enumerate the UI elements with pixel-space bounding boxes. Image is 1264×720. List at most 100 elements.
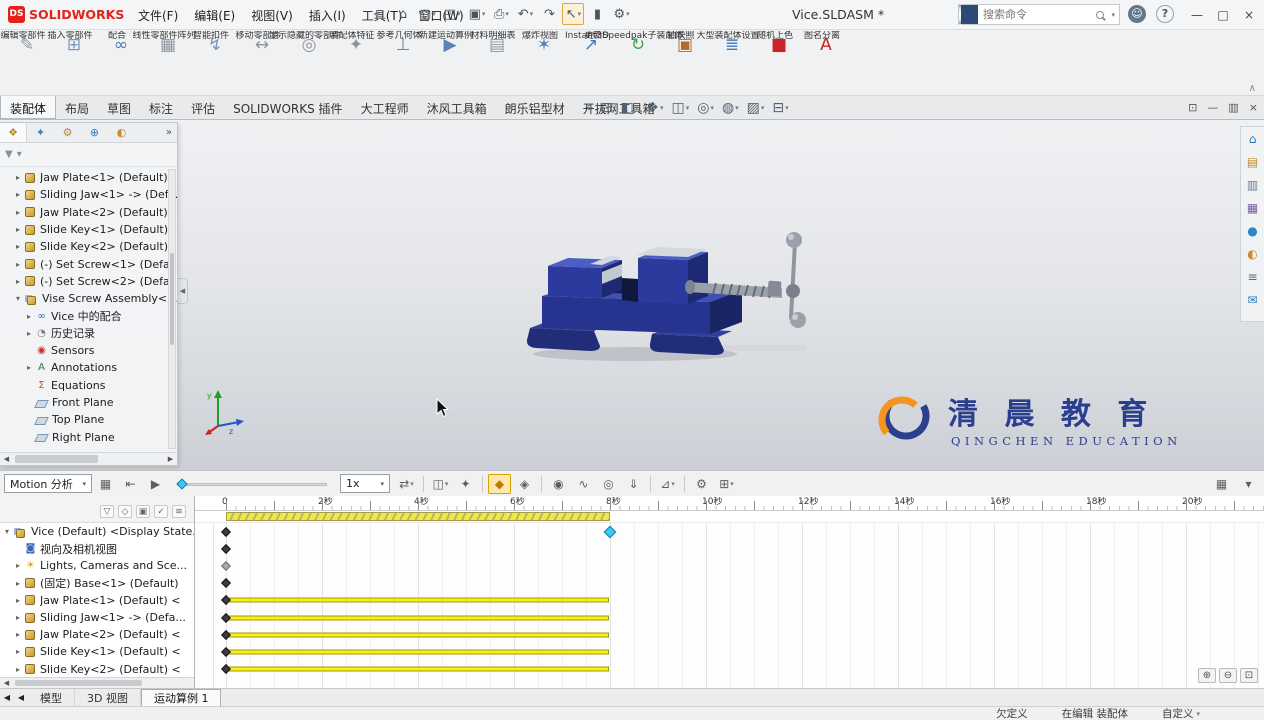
expand-arrow-icon[interactable]: ▸ — [13, 613, 23, 622]
expand-arrow-icon[interactable]: ▸ — [13, 579, 23, 588]
scroll-left-icon[interactable]: ◀ — [0, 455, 13, 463]
view-orientation-icon[interactable]: ❖ ▾ — [646, 100, 663, 116]
maximize-button[interactable]: □ — [1210, 0, 1236, 29]
feature-tree-item[interactable]: ▸ A Annotations — [0, 359, 177, 376]
menu-item[interactable]: 插入(I) — [301, 4, 354, 27]
timeline-key[interactable] — [221, 526, 231, 537]
panel-horizontal-scrollbar[interactable]: ◀ ▶ — [0, 452, 177, 465]
ribbon-collapse-icon[interactable]: ∧ — [1249, 83, 1256, 717]
scrollbar-thumb[interactable] — [15, 680, 142, 686]
edit-component-button[interactable]: ✎ 编辑零部件 — [0, 31, 50, 57]
marketplace-icon[interactable]: ▮ — [586, 3, 608, 25]
search-magnifier-icon[interactable] — [1096, 10, 1105, 19]
random-color-button[interactable]: ■ 随机上色 — [756, 31, 802, 57]
timeline-change-bar[interactable] — [227, 649, 609, 655]
expand-arrow-icon[interactable]: ▸ — [13, 665, 23, 674]
pin-menu-icon[interactable]: ✦ — [372, 8, 381, 21]
tab-scroll-icon[interactable]: ◀ — [14, 689, 28, 706]
search-scope-icon[interactable] — [959, 4, 978, 25]
close-button[interactable]: × — [1236, 0, 1262, 29]
timeline-zoom-in-icon[interactable]: ⊕ — [1198, 668, 1216, 683]
feature-tree-item[interactable]: Front Plane — [0, 394, 177, 411]
large-assembly-settings-button[interactable]: ≣ 大型装配体设置 — [696, 31, 759, 57]
featuremanager-tab-icon[interactable]: ❖ — [0, 123, 27, 142]
scrollbar-track[interactable] — [13, 453, 164, 465]
play-icon[interactable]: ▶ — [144, 474, 167, 494]
feature-tree-item[interactable]: ▸ ◔ 历史记录 — [0, 325, 177, 342]
show-hidden-components-button[interactable]: ◎ 显示隐藏的零部件 — [269, 31, 341, 57]
motion-tree-row[interactable]: ▸ Slide Key<1> (Default) < — [0, 643, 194, 660]
motion-filter-animated-icon[interactable]: ◇ — [118, 505, 132, 518]
save-animation-icon[interactable]: ◫ ▾ — [429, 474, 452, 494]
options-gear-icon[interactable]: ⚙ ▾ — [610, 3, 632, 25]
expand-arrow-icon[interactable]: ▸ — [13, 190, 23, 199]
feature-tree-item[interactable]: Right Plane — [0, 428, 177, 445]
expand-arrow-icon[interactable]: ▸ — [24, 312, 34, 321]
timeline[interactable]: 0 2秒 4秒 6秒 8秒 10秒 12秒 14秒 16秒 18秒 20秒 ⊕ ⊖ ⊡ — [195, 496, 1264, 688]
edit-appearance-icon[interactable]: ◍ ▾ — [722, 100, 739, 116]
feature-tree-item[interactable]: ▸ (-) Set Screw<1> (Defau... — [0, 255, 177, 272]
motion-tree-row[interactable]: ▸ Sliding Jaw<1> -> (Defa... — [0, 609, 194, 626]
menu-item[interactable]: 编辑(E) — [186, 4, 243, 27]
commandmanager-tab[interactable]: 沐风工具箱 — [418, 96, 496, 119]
expand-arrow-icon[interactable]: ▸ — [13, 647, 23, 656]
configurationmanager-tab-icon[interactable]: ⚙ — [54, 123, 81, 142]
motor-icon[interactable]: ◉ — [547, 474, 570, 494]
motion-tree-row[interactable]: ▸ ☀ Lights, Cameras and Sce... — [0, 557, 194, 574]
expand-arrow-icon[interactable]: ▸ — [13, 596, 23, 605]
feature-tree-item[interactable]: ▸ Jaw Plate<2> (Default) — [0, 204, 177, 221]
timeline-key[interactable] — [221, 561, 231, 571]
hide-show-items-icon[interactable]: ◎ ▾ — [697, 100, 714, 116]
scrollbar-thumb[interactable] — [15, 455, 99, 463]
linear-component-pattern-button[interactable]: ▦ 线性零部件阵列 — [132, 31, 195, 57]
playback-mode-icon[interactable]: ⇄ ▾ — [395, 474, 418, 494]
redo-icon[interactable]: ↷ — [538, 3, 560, 25]
spring-icon[interactable]: ∿ — [572, 474, 595, 494]
new-file-icon[interactable]: ▢ ▾ — [416, 3, 439, 25]
calculate-icon[interactable]: ▦ — [94, 474, 117, 494]
tab-scroll-icon[interactable]: ◀ — [0, 689, 14, 706]
bill-of-materials-button[interactable]: ▤ 材料明细表 — [470, 31, 520, 57]
timeline-change-bar[interactable] — [227, 632, 609, 638]
expand-arrow-icon[interactable]: ▸ — [13, 208, 23, 217]
autokey-icon[interactable]: ◆ — [488, 473, 511, 494]
commandmanager-tab[interactable]: 草图 — [98, 96, 140, 119]
assembly-features-button[interactable]: ✦ 装配体特征 — [329, 31, 379, 57]
feature-tree-item[interactable]: ▸ Sliding Jaw<1> -> (Def... — [0, 186, 177, 203]
dimxpertmanager-tab-icon[interactable]: ⊕ — [81, 123, 108, 142]
motion-tree-row[interactable]: ▾ Vice (Default) <Display State... — [0, 523, 194, 540]
scrollbar-track[interactable] — [13, 678, 194, 688]
expand-arrow-icon[interactable]: ▸ — [13, 173, 23, 182]
feature-tree-item[interactable]: ◉ Sensors — [0, 342, 177, 359]
animation-wizard-icon[interactable]: ✦ — [454, 474, 477, 494]
document-tab[interactable]: 3D 视图 — [75, 689, 141, 706]
motion-tree-row[interactable]: ▸ (固定) Base<1> (Default) — [0, 575, 194, 592]
motion-filter-all-icon[interactable]: ▽ — [100, 505, 114, 518]
timeline-key[interactable] — [221, 578, 231, 589]
expand-arrow-icon[interactable]: ▸ — [24, 329, 34, 338]
vice-model[interactable] — [510, 218, 850, 368]
motion-study-type-select[interactable]: Motion 分析 ▾ — [4, 474, 92, 493]
expand-arrow-icon[interactable]: ▸ — [13, 242, 23, 251]
apply-scene-icon[interactable]: ▨ ▾ — [747, 100, 765, 116]
motion-filter-driving-icon[interactable]: ▣ — [136, 505, 150, 518]
timeline-change-bar[interactable] — [227, 666, 609, 672]
timeline-key[interactable] — [221, 543, 231, 554]
playback-speed-select[interactable]: 1x ▾ — [340, 474, 390, 493]
search-box[interactable]: ▾ — [958, 4, 1120, 25]
search-dropdown-caret-icon[interactable]: ▾ — [1111, 11, 1115, 19]
zoom-area-icon[interactable]: ⊡ — [601, 100, 613, 116]
gravity-icon[interactable]: ⇓ — [622, 474, 645, 494]
motion-tree-row[interactable]: ▸ Jaw Plate<2> (Default) < — [0, 626, 194, 643]
timeline-grid-icon[interactable]: ▦ — [1210, 474, 1233, 494]
doc-minimize-icon[interactable]: — — [1207, 101, 1218, 114]
panel-collapse-arrow[interactable]: ◀ — [178, 278, 188, 304]
commandmanager-tab[interactable]: 评估 — [182, 96, 224, 119]
commandmanager-tab[interactable]: 装配体 — [0, 96, 57, 119]
add-key-icon[interactable]: ◈ — [513, 474, 536, 494]
motion-tree-row[interactable]: ▸ Slide Key<2> (Default) < — [0, 661, 194, 678]
home-icon[interactable]: ⌂ — [392, 3, 414, 25]
play-from-start-icon[interactable]: ⇤ — [119, 474, 142, 494]
feature-tree-item[interactable]: Top Plane — [0, 411, 177, 428]
panel-vertical-scrollbar[interactable] — [168, 169, 176, 449]
